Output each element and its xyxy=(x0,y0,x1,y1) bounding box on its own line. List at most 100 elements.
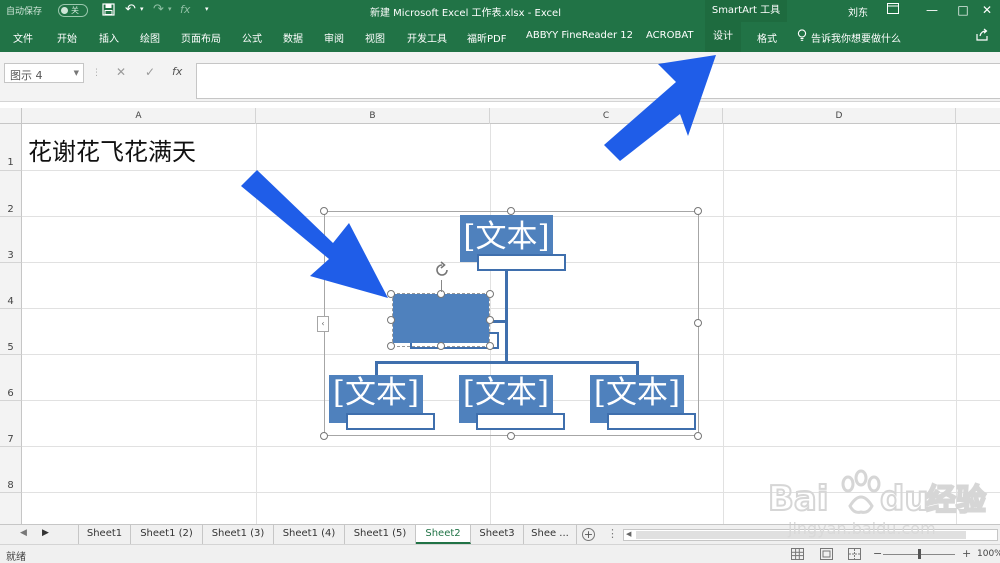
resize-handle[interactable] xyxy=(320,207,328,215)
column-header-a[interactable]: A xyxy=(22,108,256,124)
resize-handle[interactable] xyxy=(387,290,395,298)
horizontal-scrollbar[interactable]: ◀ xyxy=(623,529,998,541)
tab-view[interactable]: 视图 xyxy=(365,30,385,45)
tab-abbyy[interactable]: ABBYY FineReader 12 xyxy=(526,30,633,41)
cancel-icon[interactable]: ✕ xyxy=(116,65,126,79)
redo-dropdown-icon[interactable]: ▾ xyxy=(168,5,172,13)
sheet-tab[interactable]: Sheet1 (5) xyxy=(345,525,416,544)
column-header-c[interactable]: C xyxy=(490,108,723,124)
tab-format[interactable]: 格式 xyxy=(757,30,777,45)
undo-icon[interactable]: ↶ xyxy=(125,2,136,17)
tab-acrobat[interactable]: ACROBAT xyxy=(646,30,694,41)
select-all-corner[interactable] xyxy=(0,108,22,124)
resize-handle[interactable] xyxy=(387,316,395,324)
rotate-handle-icon[interactable] xyxy=(432,260,452,280)
save-icon[interactable] xyxy=(102,3,115,19)
minimize-button[interactable]: — xyxy=(915,0,949,22)
lightbulb-icon xyxy=(797,29,807,45)
enter-icon[interactable]: ✓ xyxy=(145,65,155,79)
smartart-subtext-top[interactable] xyxy=(477,254,566,271)
row-header-3[interactable]: 3 xyxy=(0,217,22,263)
tab-formulas[interactable]: 公式 xyxy=(242,30,262,45)
formula-input[interactable] xyxy=(196,63,1000,99)
redo-icon[interactable]: ↷ xyxy=(153,2,164,17)
sheet-tab[interactable]: Sheet1 (3) xyxy=(203,525,274,544)
tab-insert[interactable]: 插入 xyxy=(99,30,119,45)
resize-handle[interactable] xyxy=(437,342,445,350)
tab-page-layout[interactable]: 页面布局 xyxy=(181,30,221,45)
add-sheet-icon[interactable]: + xyxy=(582,528,595,541)
resize-handle[interactable] xyxy=(694,207,702,215)
chevron-down-icon[interactable]: ▼ xyxy=(74,69,79,77)
column-header-d[interactable]: D xyxy=(723,108,956,124)
resize-handle[interactable] xyxy=(486,290,494,298)
row-header-9[interactable] xyxy=(0,493,22,524)
row-header-1[interactable]: 1 xyxy=(0,124,22,171)
autosave-toggle[interactable]: 关 xyxy=(58,4,88,17)
tab-data[interactable]: 数据 xyxy=(283,30,303,45)
resize-handle[interactable] xyxy=(694,319,702,327)
page-layout-view-icon[interactable] xyxy=(820,548,833,560)
scroll-left-icon[interactable]: ◀ xyxy=(626,530,631,538)
page-break-view-icon[interactable] xyxy=(848,548,861,560)
close-button[interactable]: ✕ xyxy=(970,0,1000,22)
scrollbar-thumb[interactable] xyxy=(636,531,966,539)
tab-foxit-pdf[interactable]: 福昕PDF xyxy=(467,30,506,45)
row-header-6[interactable]: 6 xyxy=(0,355,22,401)
insert-function-icon[interactable]: fx xyxy=(172,65,182,78)
sheet-tab-active[interactable]: Sheet2 xyxy=(416,525,471,544)
name-box[interactable]: 图示 4 ▼ xyxy=(4,63,84,83)
sheet-tab[interactable]: Sheet1 (2) xyxy=(131,525,203,544)
resize-handle[interactable] xyxy=(486,316,494,324)
smartart-subtext-right[interactable] xyxy=(607,413,696,430)
row-header-4[interactable]: 4 xyxy=(0,263,22,309)
zoom-level[interactable]: 100% xyxy=(977,549,1000,559)
next-sheet-icon[interactable]: ▶ xyxy=(42,528,49,538)
resize-handle[interactable] xyxy=(507,432,515,440)
selection-outline xyxy=(392,293,490,347)
column-header-e[interactable] xyxy=(956,108,1000,124)
tab-home[interactable]: 开始 xyxy=(57,30,77,45)
row-header-5[interactable]: 5 xyxy=(0,309,22,355)
rotate-handle-stem xyxy=(441,280,442,292)
smartart-subtext-left[interactable] xyxy=(346,413,435,430)
resize-handle[interactable] xyxy=(486,342,494,350)
previous-sheet-icon[interactable]: ◀ xyxy=(20,528,27,538)
resize-handle[interactable] xyxy=(507,207,515,215)
tab-file[interactable]: 文件 xyxy=(13,30,33,45)
smartart-subtext-middle[interactable] xyxy=(476,413,565,430)
sheet-tab[interactable]: Sheet3 xyxy=(471,525,524,544)
resize-handle[interactable] xyxy=(320,432,328,440)
row-header-8[interactable]: 8 xyxy=(0,447,22,493)
tab-review[interactable]: 审阅 xyxy=(324,30,344,45)
zoom-slider-thumb[interactable] xyxy=(918,549,921,559)
autosave-label: 自动保存 xyxy=(6,7,43,17)
row-header-2[interactable]: 2 xyxy=(0,171,22,217)
connector-line xyxy=(375,361,638,364)
cell-a1[interactable]: 花谢花飞花满天 xyxy=(28,132,196,167)
tab-design[interactable]: 设计 xyxy=(705,22,741,52)
function-icon[interactable]: fx xyxy=(180,3,190,16)
ribbon-display-icon[interactable] xyxy=(887,3,899,17)
tab-draw[interactable]: 绘图 xyxy=(140,30,160,45)
sheet-tab-more[interactable]: Shee ... xyxy=(524,525,577,544)
resize-handle[interactable] xyxy=(387,342,395,350)
sheet-tab[interactable]: Sheet1 xyxy=(78,525,131,544)
share-icon[interactable] xyxy=(975,28,989,45)
zoom-out-icon[interactable]: − xyxy=(873,547,882,560)
customize-qat-icon[interactable]: ▾ xyxy=(205,5,209,13)
tab-developer[interactable]: 开发工具 xyxy=(407,30,447,45)
user-name[interactable]: 刘东 xyxy=(848,4,868,19)
resize-handle[interactable] xyxy=(694,432,702,440)
sheet-tab[interactable]: Sheet1 (4) xyxy=(274,525,345,544)
split-handle-icon[interactable]: ⋮ xyxy=(607,527,618,540)
text-pane-toggle[interactable]: ‹ xyxy=(317,316,329,332)
gridline xyxy=(956,124,957,524)
formula-bar: 图示 4 ▼ ⋮ ✕ ✓ fx xyxy=(0,52,1000,102)
row-header-7[interactable]: 7 xyxy=(0,401,22,447)
normal-view-icon[interactable] xyxy=(791,548,804,560)
column-header-b[interactable]: B xyxy=(256,108,490,124)
undo-dropdown-icon[interactable]: ▾ xyxy=(140,5,144,13)
zoom-in-icon[interactable]: + xyxy=(962,547,971,560)
tell-me-search[interactable]: 告诉我你想要做什么 xyxy=(811,30,901,45)
